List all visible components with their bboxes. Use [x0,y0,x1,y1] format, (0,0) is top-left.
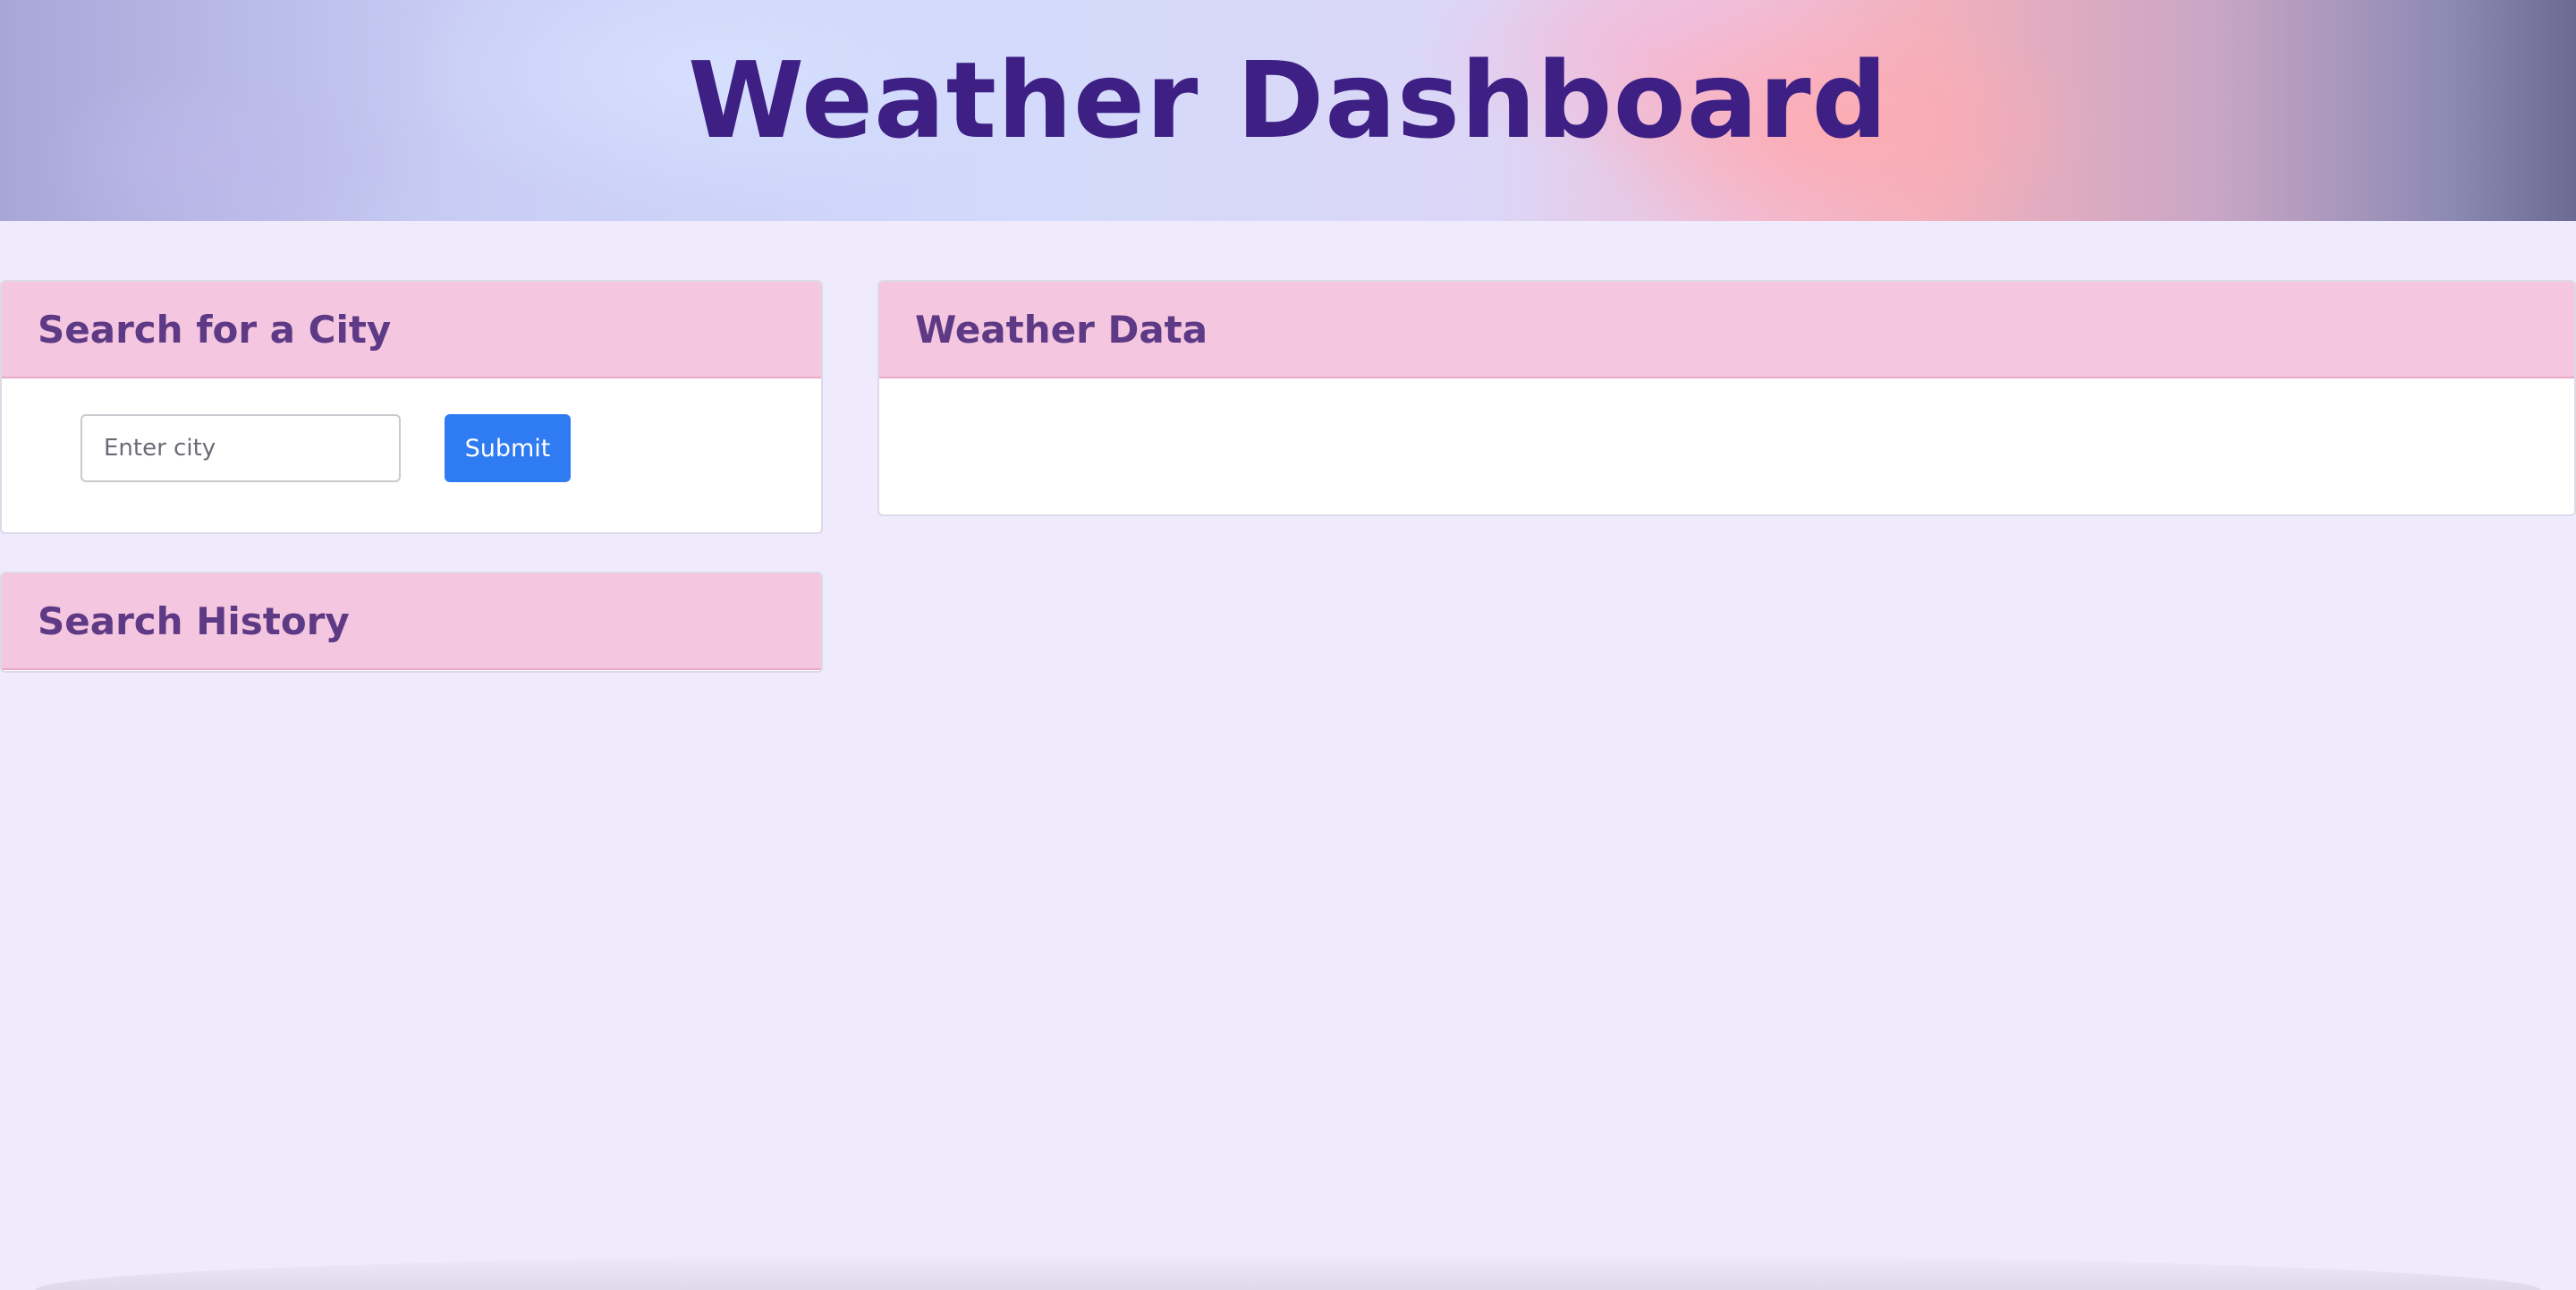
weather-data-panel: Weather Data [877,280,2576,516]
search-panel: Search for a City Submit [0,280,823,534]
submit-button[interactable]: Submit [445,414,571,482]
search-history-panel: Search History [0,572,823,673]
header-banner: Weather Dashboard [0,0,2576,221]
page-title: Weather Dashboard [688,38,1888,162]
search-form: Submit [2,378,821,532]
page-bottom-shadow [36,1252,2540,1290]
search-history-title: Search History [2,573,821,670]
search-panel-title: Search for a City [2,282,821,378]
city-search-input[interactable] [80,414,401,482]
weather-data-title: Weather Data [879,282,2574,378]
